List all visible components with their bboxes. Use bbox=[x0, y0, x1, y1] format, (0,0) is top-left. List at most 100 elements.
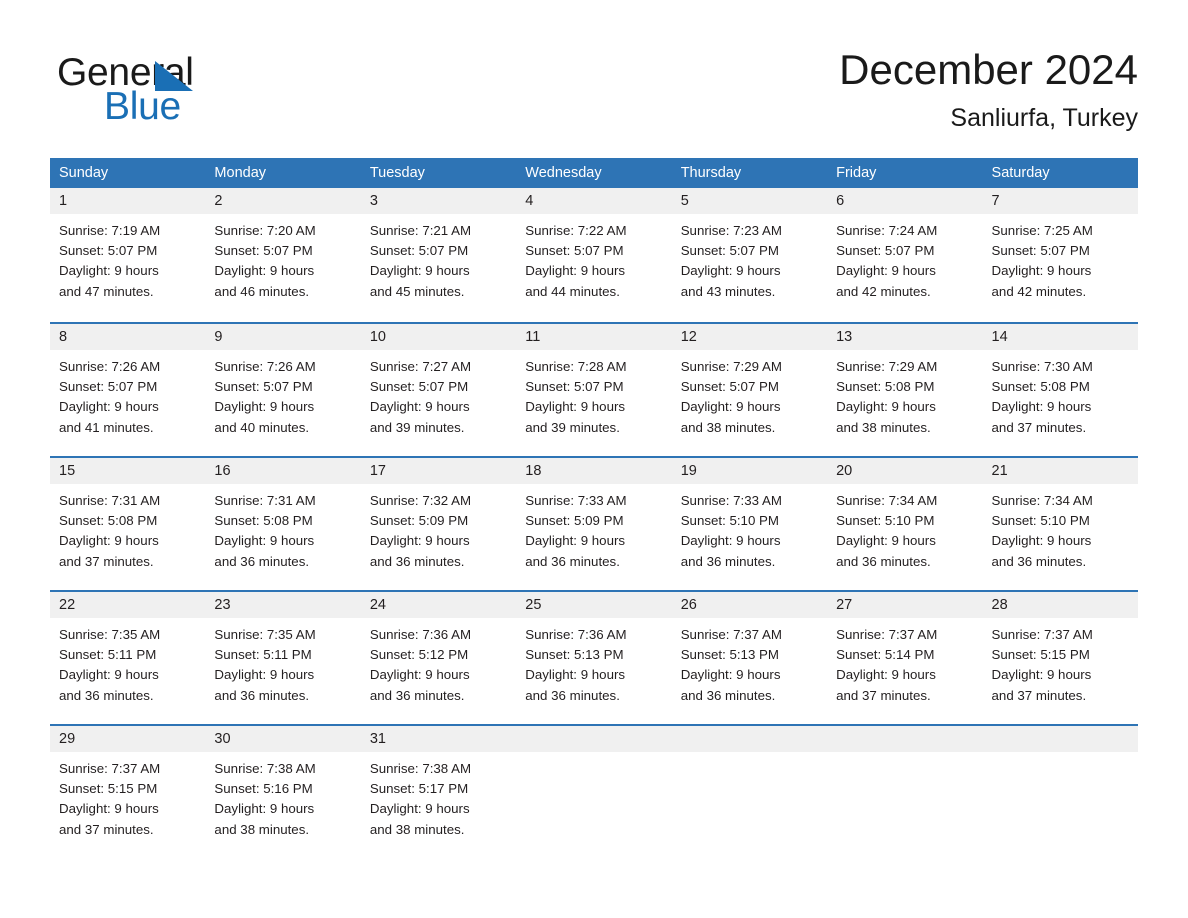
calendar-table: Sunday Monday Tuesday Wednesday Thursday… bbox=[50, 158, 1138, 837]
daylight-text-line2: and 37 minutes. bbox=[836, 687, 931, 703]
day-cell[interactable]: 28 Sunrise: 7:37 AM Sunset: 5:15 PM Dayl… bbox=[982, 592, 1138, 724]
daylight-text-line2: and 36 minutes. bbox=[836, 553, 931, 569]
day-number: 11 bbox=[516, 324, 672, 350]
day-cell[interactable]: 26 Sunrise: 7:37 AM Sunset: 5:13 PM Dayl… bbox=[671, 592, 828, 724]
daylight-text-line1: Daylight: 9 hours bbox=[525, 667, 626, 683]
day-cell[interactable]: 16 Sunrise: 7:31 AM Sunset: 5:08 PM Dayl… bbox=[205, 458, 361, 590]
sunrise-text: Sunrise: 7:24 AM bbox=[836, 223, 938, 238]
day-number: 26 bbox=[671, 592, 828, 618]
daylight-text-line1: Daylight: 9 hours bbox=[214, 399, 315, 415]
day-cell[interactable]: 27 Sunrise: 7:37 AM Sunset: 5:14 PM Dayl… bbox=[827, 592, 983, 724]
sunset-text: Sunset: 5:07 PM bbox=[525, 379, 624, 395]
day-cell[interactable]: 15 Sunrise: 7:31 AM Sunset: 5:08 PM Dayl… bbox=[50, 458, 206, 590]
sunrise-text: Sunrise: 7:32 AM bbox=[369, 493, 472, 508]
day-cell[interactable]: 21 Sunrise: 7:34 AM Sunset: 5:10 PM Dayl… bbox=[982, 458, 1138, 590]
daylight-text-line1: Daylight: 9 hours bbox=[991, 533, 1092, 549]
calendar-week-row: 1 Sunrise: 7:19 AM Sunset: 5:07 PM Dayli… bbox=[50, 188, 1138, 322]
day-cell-empty bbox=[982, 726, 1138, 836]
sunset-text: Sunset: 5:07 PM bbox=[836, 243, 935, 259]
calendar-page: General Blue December 2024 Sanliurfa, Tu… bbox=[0, 0, 1188, 918]
day-cell[interactable]: 8 Sunrise: 7:26 AM Sunset: 5:07 PM Dayli… bbox=[50, 324, 206, 456]
daylight-text-line1: Daylight: 9 hours bbox=[525, 533, 626, 549]
daylight-text-line2: and 41 minutes. bbox=[59, 419, 154, 435]
sunrise-text: Sunrise: 7:34 AM bbox=[836, 493, 938, 508]
sunset-text: Sunset: 5:15 PM bbox=[991, 647, 1090, 663]
sunset-text: Sunset: 5:10 PM bbox=[680, 513, 779, 529]
daylight-text-line1: Daylight: 9 hours bbox=[369, 399, 470, 415]
day-number: 1 bbox=[50, 188, 206, 214]
day-cell[interactable]: 24 Sunrise: 7:36 AM Sunset: 5:12 PM Dayl… bbox=[360, 592, 517, 724]
day-cell[interactable]: 31 Sunrise: 7:38 AM Sunset: 5:17 PM Dayl… bbox=[360, 726, 517, 837]
day-cell[interactable]: 6 Sunrise: 7:24 AM Sunset: 5:07 PM Dayli… bbox=[827, 188, 983, 322]
title-block: December 2024 Sanliurfa, Turkey bbox=[839, 44, 1138, 134]
day-details: Sunrise: 7:36 AM Sunset: 5:12 PM Dayligh… bbox=[361, 618, 516, 706]
day-cell[interactable]: 10 Sunrise: 7:27 AM Sunset: 5:07 PM Dayl… bbox=[360, 324, 517, 456]
day-cell[interactable]: 17 Sunrise: 7:32 AM Sunset: 5:09 PM Dayl… bbox=[360, 458, 517, 590]
weekday-header-tuesday: Tuesday bbox=[369, 165, 425, 181]
day-cell[interactable]: 20 Sunrise: 7:34 AM Sunset: 5:10 PM Dayl… bbox=[827, 458, 983, 590]
day-details: Sunrise: 7:19 AM Sunset: 5:07 PM Dayligh… bbox=[50, 214, 205, 302]
calendar-week-row: 15 Sunrise: 7:31 AM Sunset: 5:08 PM Dayl… bbox=[50, 456, 1138, 590]
sunset-text: Sunset: 5:13 PM bbox=[680, 647, 779, 663]
day-cell[interactable]: 14 Sunrise: 7:30 AM Sunset: 5:08 PM Dayl… bbox=[982, 324, 1138, 456]
day-details: Sunrise: 7:24 AM Sunset: 5:07 PM Dayligh… bbox=[827, 214, 982, 302]
day-number bbox=[827, 726, 983, 752]
day-number: 18 bbox=[516, 458, 672, 484]
day-cell[interactable]: 30 Sunrise: 7:38 AM Sunset: 5:16 PM Dayl… bbox=[205, 726, 361, 837]
daylight-text-line1: Daylight: 9 hours bbox=[369, 263, 470, 279]
weekday-header-friday: Friday bbox=[836, 165, 877, 181]
day-cell[interactable]: 11 Sunrise: 7:28 AM Sunset: 5:07 PM Dayl… bbox=[516, 324, 672, 456]
day-details: Sunrise: 7:37 AM Sunset: 5:13 PM Dayligh… bbox=[672, 618, 827, 706]
day-number: 3 bbox=[360, 188, 517, 214]
day-cell[interactable]: 3 Sunrise: 7:21 AM Sunset: 5:07 PM Dayli… bbox=[360, 188, 517, 322]
day-cell[interactable]: 4 Sunrise: 7:22 AM Sunset: 5:07 PM Dayli… bbox=[516, 188, 672, 322]
daylight-text-line2: and 38 minutes. bbox=[836, 419, 931, 435]
day-cell[interactable]: 7 Sunrise: 7:25 AM Sunset: 5:07 PM Dayli… bbox=[982, 188, 1138, 322]
sunrise-text: Sunrise: 7:29 AM bbox=[836, 359, 938, 374]
day-cell[interactable]: 19 Sunrise: 7:33 AM Sunset: 5:10 PM Dayl… bbox=[671, 458, 828, 590]
weekday-header-wednesday: Wednesday bbox=[525, 165, 602, 181]
sunrise-text: Sunrise: 7:25 AM bbox=[991, 223, 1093, 238]
sunrise-text: Sunrise: 7:19 AM bbox=[59, 223, 161, 238]
day-details: Sunrise: 7:36 AM Sunset: 5:13 PM Dayligh… bbox=[516, 618, 671, 706]
daylight-text-line1: Daylight: 9 hours bbox=[369, 667, 470, 683]
day-cell[interactable]: 1 Sunrise: 7:19 AM Sunset: 5:07 PM Dayli… bbox=[50, 188, 206, 322]
daylight-text-line1: Daylight: 9 hours bbox=[991, 263, 1092, 279]
daylight-text-line2: and 42 minutes. bbox=[836, 283, 931, 299]
sunset-text: Sunset: 5:07 PM bbox=[214, 379, 313, 395]
day-cell[interactable]: 23 Sunrise: 7:35 AM Sunset: 5:11 PM Dayl… bbox=[205, 592, 361, 724]
sunset-text: Sunset: 5:07 PM bbox=[525, 243, 624, 259]
day-cell[interactable]: 13 Sunrise: 7:29 AM Sunset: 5:08 PM Dayl… bbox=[827, 324, 983, 456]
day-number: 31 bbox=[360, 726, 517, 752]
day-cell[interactable]: 18 Sunrise: 7:33 AM Sunset: 5:09 PM Dayl… bbox=[516, 458, 672, 590]
daylight-text-line2: and 36 minutes. bbox=[214, 687, 310, 703]
day-details: Sunrise: 7:31 AM Sunset: 5:08 PM Dayligh… bbox=[205, 484, 360, 572]
day-cell[interactable]: 25 Sunrise: 7:36 AM Sunset: 5:13 PM Dayl… bbox=[516, 592, 672, 724]
sunrise-text: Sunrise: 7:38 AM bbox=[369, 761, 472, 776]
day-cell-empty bbox=[516, 726, 672, 836]
sunrise-text: Sunrise: 7:22 AM bbox=[525, 223, 627, 238]
day-cell[interactable]: 9 Sunrise: 7:26 AM Sunset: 5:07 PM Dayli… bbox=[205, 324, 361, 456]
daylight-text-line2: and 42 minutes. bbox=[991, 283, 1087, 299]
day-details: Sunrise: 7:38 AM Sunset: 5:16 PM Dayligh… bbox=[205, 752, 360, 840]
day-cell[interactable]: 22 Sunrise: 7:35 AM Sunset: 5:11 PM Dayl… bbox=[50, 592, 206, 724]
daylight-text-line2: and 40 minutes. bbox=[214, 419, 310, 435]
sunset-text: Sunset: 5:11 PM bbox=[214, 647, 312, 663]
daylight-text-line2: and 44 minutes. bbox=[525, 283, 620, 299]
sunrise-text: Sunrise: 7:20 AM bbox=[214, 223, 316, 238]
sunset-text: Sunset: 5:07 PM bbox=[214, 243, 313, 259]
daylight-text-line1: Daylight: 9 hours bbox=[214, 263, 315, 279]
daylight-text-line1: Daylight: 9 hours bbox=[525, 399, 626, 415]
day-cell[interactable]: 5 Sunrise: 7:23 AM Sunset: 5:07 PM Dayli… bbox=[671, 188, 828, 322]
daylight-text-line2: and 37 minutes. bbox=[59, 553, 154, 569]
daylight-text-line1: Daylight: 9 hours bbox=[836, 667, 936, 683]
sunrise-text: Sunrise: 7:33 AM bbox=[680, 493, 782, 508]
day-number: 20 bbox=[827, 458, 983, 484]
day-cell[interactable]: 2 Sunrise: 7:20 AM Sunset: 5:07 PM Dayli… bbox=[205, 188, 361, 322]
daylight-text-line2: and 45 minutes. bbox=[369, 283, 465, 299]
sunset-text: Sunset: 5:08 PM bbox=[59, 513, 158, 529]
day-number: 8 bbox=[50, 324, 206, 350]
day-cell[interactable]: 12 Sunrise: 7:29 AM Sunset: 5:07 PM Dayl… bbox=[671, 324, 828, 456]
day-number: 5 bbox=[671, 188, 828, 214]
day-cell[interactable]: 29 Sunrise: 7:37 AM Sunset: 5:15 PM Dayl… bbox=[50, 726, 206, 837]
